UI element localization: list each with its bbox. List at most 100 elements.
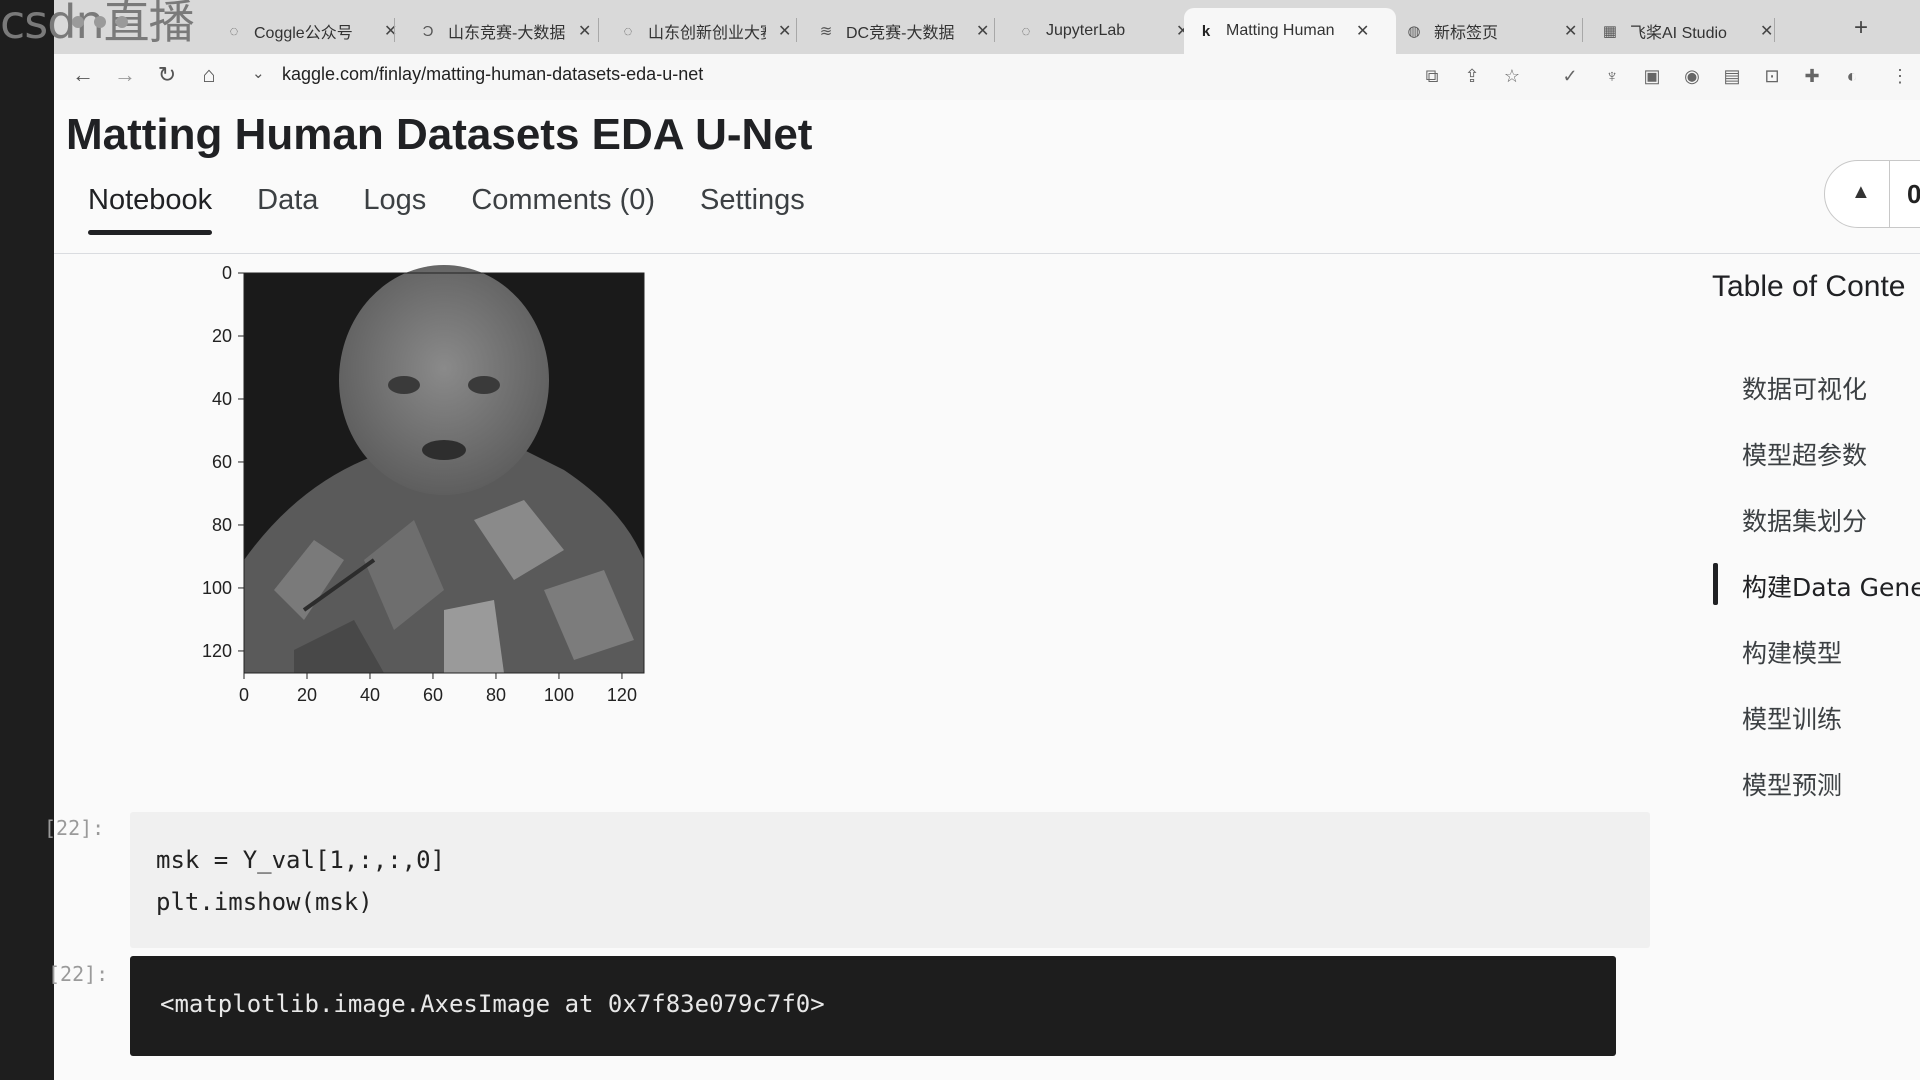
- kaggle-notebook-page: Matting Human Datasets EDA U-Net Noteboo…: [44, 100, 1920, 1080]
- browser-toolbar: ← → ↻ ⌂ ⌄ kaggle.com/finlay/matting-huma…: [54, 54, 1920, 101]
- tab-title: 山东创新创业大赛: [648, 25, 766, 42]
- browser-tab[interactable]: ◌ Coggle公众号 ✕: [224, 8, 398, 54]
- cell-prompt: [22]:: [44, 816, 105, 840]
- y-tick-label: 100: [202, 578, 232, 598]
- loading-icon: ◌: [229, 22, 239, 40]
- imshow-plot: 0 20 40 60 80 100 120 0 20 40 60 80 100 120: [144, 260, 684, 820]
- x-tick-label: 0: [239, 685, 249, 705]
- y-tick-label: 120: [202, 641, 232, 661]
- y-axis-ticks: 0 20 40 60 80 100 120: [202, 263, 244, 661]
- tab-title: 飞桨AI Studio: [1630, 25, 1727, 42]
- window-controls[interactable]: [72, 16, 128, 28]
- code-line: msk = Y_val[1,:,:,0]: [156, 846, 445, 874]
- browser-tab[interactable]: ◌ 山东创新创业大赛 ✕: [618, 8, 792, 54]
- close-icon[interactable]: ✕: [1356, 21, 1369, 41]
- browser-tab[interactable]: ◍ 新标签页 ✕: [1404, 8, 1577, 54]
- x-tick-label: 20: [297, 685, 317, 705]
- close-icon[interactable]: ✕: [1760, 21, 1773, 41]
- plot-svg: 0 20 40 60 80 100 120 0 20 40 60 80 100 120: [202, 263, 645, 705]
- tab-title: DC竞赛-大数据: [846, 25, 955, 42]
- x-tick-label: 120: [607, 685, 637, 705]
- browser-tab[interactable]: ▦ 飞桨AI Studio ✕: [1600, 8, 1774, 54]
- close-icon[interactable]: ✕: [384, 21, 397, 41]
- menu-icon[interactable]: ⋮: [1888, 66, 1912, 87]
- x-tick-label: 60: [423, 685, 443, 705]
- toc-item[interactable]: 数据集划分: [1742, 502, 1867, 538]
- upvote-widget[interactable]: ▲ 0: [1824, 160, 1920, 228]
- browser-tab-active[interactable]: k Matting Human ✕: [1184, 8, 1396, 54]
- x-tick-label: 40: [360, 685, 380, 705]
- close-icon[interactable]: ✕: [976, 21, 989, 41]
- paddle-icon: ▦: [1602, 23, 1618, 40]
- toc-item[interactable]: 数据可视化: [1742, 370, 1867, 406]
- brand-icon: Ɔ: [422, 22, 434, 40]
- close-icon[interactable]: ✕: [778, 21, 791, 41]
- y-tick-label: 20: [212, 326, 232, 346]
- x-tick-label: 100: [544, 685, 574, 705]
- y-tick-label: 0: [222, 263, 232, 283]
- chrome-icon: ◍: [1407, 23, 1421, 40]
- dc-icon: ≋: [819, 23, 833, 40]
- translate-icon[interactable]: ⧉: [1420, 66, 1444, 87]
- code-line: plt.imshow(msk): [156, 888, 373, 916]
- home-icon[interactable]: ⌂: [194, 62, 224, 88]
- extension-icon[interactable]: ◉: [1680, 66, 1704, 87]
- toc-item[interactable]: 模型预测: [1742, 766, 1842, 802]
- profile-icon[interactable]: ◐: [1840, 66, 1864, 87]
- browser-tab[interactable]: ◌ JupyterLab ✕: [1016, 8, 1190, 54]
- browser-tab[interactable]: Ɔ 山东竞赛-大数据 ✕: [418, 8, 592, 54]
- code-cell[interactable]: msk = Y_val[1,:,:,0] plt.imshow(msk): [130, 812, 1650, 948]
- loading-icon: ◌: [1021, 22, 1031, 40]
- close-icon[interactable]: ✕: [578, 21, 591, 41]
- tab-comments[interactable]: Comments (0): [471, 184, 655, 235]
- extension-icon[interactable]: ▤: [1720, 66, 1744, 87]
- tab-settings[interactable]: Settings: [700, 184, 805, 235]
- tab-notebook[interactable]: Notebook: [88, 184, 213, 235]
- output-cell: <matplotlib.image.AxesImage at 0x7f83e07…: [130, 956, 1616, 1056]
- toc-item-active[interactable]: 构建Data Gene: [1742, 568, 1920, 604]
- loading-icon: ◌: [623, 22, 633, 40]
- x-tick-label: 80: [486, 685, 506, 705]
- toc-item[interactable]: 构建模型: [1742, 634, 1842, 670]
- tab-title: Matting Human: [1226, 22, 1335, 39]
- tab-title: 山东竞赛-大数据: [448, 25, 566, 42]
- y-tick-label: 60: [212, 452, 232, 472]
- tab-title: Coggle公众号: [254, 25, 353, 42]
- image-axes: [244, 265, 644, 673]
- extension-icon[interactable]: ♆: [1600, 66, 1624, 87]
- check-icon[interactable]: ✓: [1558, 66, 1582, 87]
- tab-title: 新标签页: [1434, 25, 1499, 42]
- site-info-icon[interactable]: ⌄: [252, 64, 265, 82]
- tabs-divider: [54, 253, 1920, 254]
- close-icon[interactable]: ✕: [1564, 21, 1577, 41]
- back-icon[interactable]: ←: [68, 62, 98, 88]
- toc-item[interactable]: 模型训练: [1742, 700, 1842, 736]
- star-icon[interactable]: ☆: [1500, 66, 1524, 87]
- tab-data[interactable]: Data: [257, 184, 318, 235]
- browser-tab-strip: ◌ Coggle公众号 ✕ Ɔ 山东竞赛-大数据 ✕ ◌ 山东创新创业大赛 ✕ …: [54, 0, 1920, 54]
- browser-tab[interactable]: ≋ DC竞赛-大数据 ✕: [816, 8, 990, 54]
- output-prompt: [22]:: [48, 962, 109, 986]
- extension-icon[interactable]: ⊡: [1760, 66, 1784, 87]
- subject-head: [339, 265, 549, 495]
- y-tick-label: 80: [212, 515, 232, 535]
- puzzle-icon[interactable]: ✚: [1800, 66, 1824, 87]
- vote-count: 0: [1907, 179, 1920, 209]
- output-text: <matplotlib.image.AxesImage at 0x7f83e07…: [160, 990, 825, 1018]
- toc-item[interactable]: 模型超参数: [1742, 436, 1867, 472]
- y-tick-label: 40: [212, 389, 232, 409]
- page-title: Matting Human Datasets EDA U-Net: [66, 110, 813, 159]
- toc-title: Table of Conte: [1712, 270, 1906, 303]
- extension-icon[interactable]: ▣: [1640, 66, 1664, 87]
- upvote-arrow-icon[interactable]: ▲: [1851, 181, 1871, 204]
- forward-icon[interactable]: →: [110, 62, 140, 88]
- notebook-tabs: Notebook Data Logs Comments (0) Settings: [88, 184, 850, 235]
- reload-icon[interactable]: ↻: [152, 62, 182, 88]
- address-bar[interactable]: kaggle.com/finlay/matting-human-datasets…: [282, 64, 703, 85]
- kaggle-icon: k: [1201, 22, 1211, 40]
- new-tab-button[interactable]: +: [1854, 14, 1868, 42]
- tab-title: JupyterLab: [1046, 22, 1126, 39]
- toc-active-indicator: [1713, 563, 1718, 605]
- tab-logs[interactable]: Logs: [363, 184, 426, 235]
- share-icon[interactable]: ⇪: [1460, 66, 1484, 87]
